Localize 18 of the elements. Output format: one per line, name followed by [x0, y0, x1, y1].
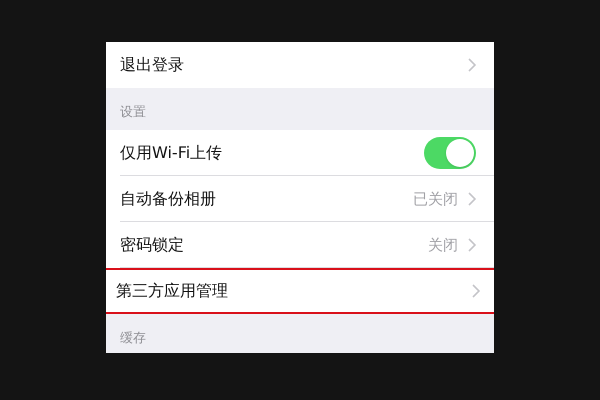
row-label: 自动备份相册: [120, 188, 217, 210]
row-label: 密码锁定: [120, 234, 185, 256]
section-header: 缓存: [120, 330, 146, 348]
row-value: 关闭: [428, 234, 458, 256]
chevron-icon: [468, 192, 476, 206]
toggle-switch[interactable]: [424, 137, 476, 169]
row-label: 仅用Wi-Fi上传: [120, 142, 224, 164]
settings-row[interactable]: 第三方应用管理: [106, 268, 494, 314]
row-label: 第三方应用管理: [116, 280, 229, 302]
section-header: 设置: [120, 104, 146, 122]
row-label: 退出登录: [120, 54, 185, 76]
chevron-icon: [468, 238, 476, 252]
chevron-icon: [468, 58, 476, 72]
settings-row[interactable]: 退出登录: [106, 42, 494, 88]
settings-row[interactable]: 自动备份相册 已关闭: [106, 176, 494, 222]
chevron-icon: [472, 284, 480, 298]
row-value: 已关闭: [413, 188, 458, 210]
settings-row[interactable]: 密码锁定 关闭: [106, 222, 494, 268]
